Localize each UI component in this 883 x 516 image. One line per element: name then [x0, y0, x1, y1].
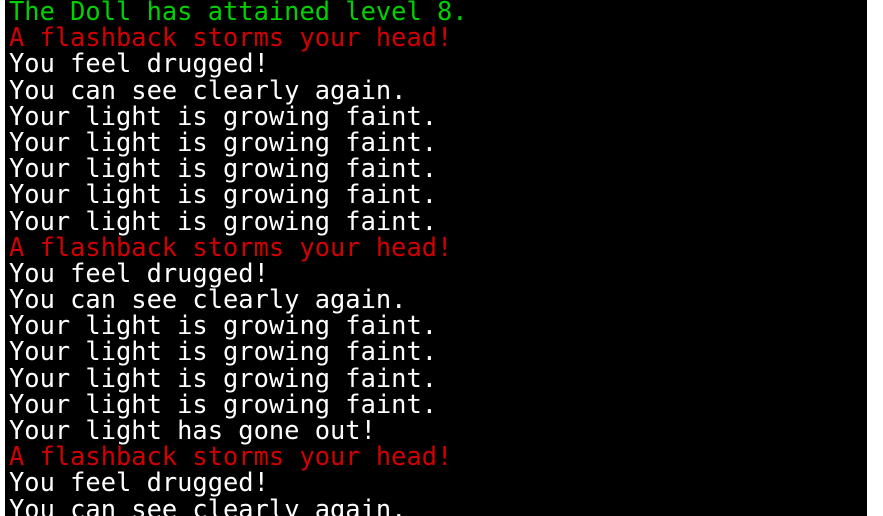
message-line: Your light is growing faint.: [9, 362, 438, 393]
message-line: The Doll has attained level 8.: [9, 0, 468, 26]
message-line: Your light is growing faint.: [9, 100, 438, 131]
message-line: Your light is growing faint.: [9, 179, 438, 210]
message-log: The Doll has attained level 8. A flashba…: [9, 0, 468, 516]
message-line: Your light has gone out!: [9, 415, 376, 445]
message-line: Your light is growing faint.: [9, 126, 438, 157]
message-line: Your light is growing faint.: [9, 388, 438, 419]
message-line: A flashback storms your head!: [9, 441, 453, 472]
message-line: You can see clearly again.: [9, 74, 407, 105]
message-line: You feel drugged!: [9, 48, 269, 79]
message-line: Your light is growing faint.: [9, 310, 438, 341]
message-line: Your light is growing faint.: [9, 336, 438, 367]
message-line: Your light is growing faint.: [9, 205, 438, 236]
terminal-window: The Doll has attained level 8. A flashba…: [5, 0, 867, 516]
message-line: A flashback storms your head!: [9, 231, 453, 262]
window-edge: [867, 0, 883, 516]
message-line: You feel drugged!: [9, 467, 269, 498]
message-line: Your light is growing faint.: [9, 153, 438, 184]
message-line: You feel drugged!: [9, 257, 269, 288]
message-line: You can see clearly again.: [9, 284, 407, 315]
message-line: A flashback storms your head!: [9, 22, 453, 53]
message-line: You can see clearly again.: [9, 493, 407, 516]
